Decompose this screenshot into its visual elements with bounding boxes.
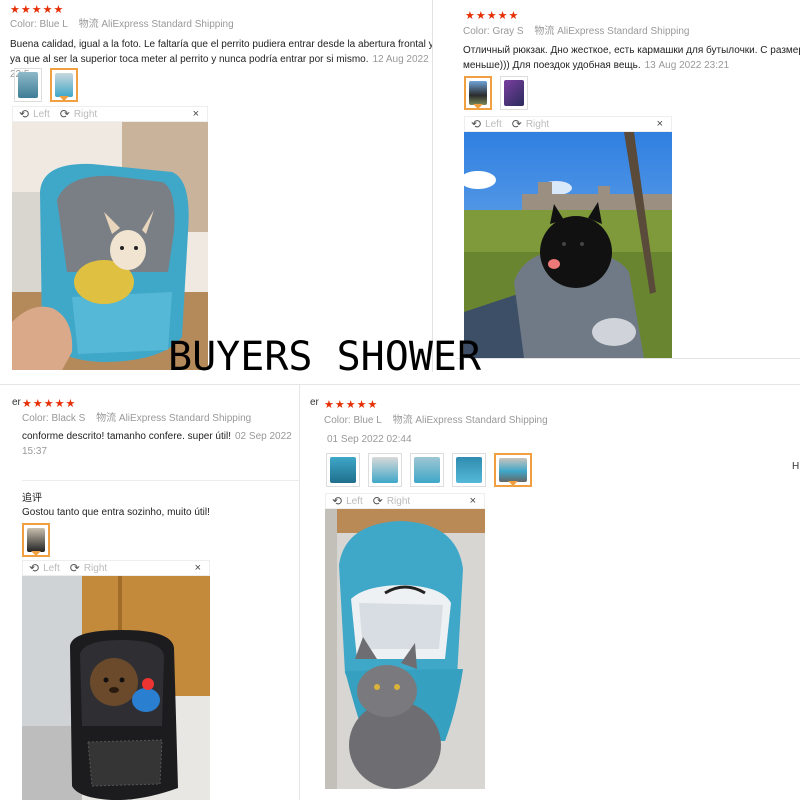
cropped-text-fragment: er xyxy=(310,397,319,408)
rotate-left-icon[interactable]: ⟲ xyxy=(471,117,481,131)
cat-with-blue-carrier-image xyxy=(325,509,485,789)
review-date: 01 Sep 2022 02:44 xyxy=(327,434,412,445)
review-text: Отличный рюкзак. Дно жесткое, есть карма… xyxy=(463,43,800,73)
review-text-line: Отличный рюкзак. Дно жесткое, есть карма… xyxy=(463,45,800,56)
shipping-label: 物流 AliExpress Standard Shipping xyxy=(78,19,234,30)
shipping-label: 物流 AliExpress Standard Shipping xyxy=(96,413,252,424)
review-meta: Color: Blue L 物流 AliExpress Standard Shi… xyxy=(324,415,548,427)
color-label: Color: Gray S xyxy=(463,26,524,37)
buyers-shower-watermark: BUYERS SHOWER xyxy=(168,334,482,380)
review-text-line: Buena calidad, igual a la foto. Le falta… xyxy=(10,39,432,50)
rotate-right-icon[interactable]: ⟳ xyxy=(70,561,80,575)
review-panel-1: ★★★★★ Color: Blue L 物流 AliExpress Standa… xyxy=(0,0,432,372)
followup-divider xyxy=(22,480,299,481)
close-icon[interactable]: × xyxy=(195,562,201,574)
review-date: 13 Aug 2022 23:21 xyxy=(644,60,730,71)
small-dog-in-black-carrier-image xyxy=(22,576,210,800)
photo-thumbnail-selected[interactable] xyxy=(50,68,78,102)
image-viewer-toolbar: ⟲ Left ⟳ Right × xyxy=(12,106,208,122)
star-rating: ★★★★★ xyxy=(22,398,77,410)
rotate-left-icon[interactable]: ⟲ xyxy=(332,494,342,508)
cropped-text-fragment: H xyxy=(792,461,800,472)
rotate-left-icon[interactable]: ⟲ xyxy=(19,107,29,121)
rotate-right-button[interactable]: Right xyxy=(74,109,97,120)
close-icon[interactable]: × xyxy=(470,495,476,507)
followup-title: 追评 xyxy=(22,493,42,504)
review-text-line: conforme descrito! tamanho confere. supe… xyxy=(22,431,231,442)
cropped-text-fragment: er xyxy=(12,397,21,408)
shipping-label: 物流 AliExpress Standard Shipping xyxy=(534,26,690,37)
review-panel-2: ★★★★★ Color: Gray S 物流 AliExpress Standa… xyxy=(456,0,800,372)
review-photo xyxy=(12,122,208,370)
photo-thumbnail-selected[interactable] xyxy=(464,76,492,110)
photo-thumbnail[interactable] xyxy=(410,453,444,487)
star-rating: ★★★★★ xyxy=(465,10,520,22)
chihuahua-in-blue-carrier-image xyxy=(12,122,208,370)
star-rating: ★★★★★ xyxy=(324,399,379,411)
rotate-right-button[interactable]: Right xyxy=(84,563,107,574)
pomeranian-in-gray-carrier-image xyxy=(464,132,672,358)
rotate-left-icon[interactable]: ⟲ xyxy=(29,561,39,575)
rotate-right-icon[interactable]: ⟳ xyxy=(512,117,522,131)
image-viewer-toolbar: ⟲ Left ⟳ Right × xyxy=(22,560,210,576)
close-icon[interactable]: × xyxy=(193,108,199,120)
photo-thumbnail-selected[interactable] xyxy=(22,523,50,557)
rotate-left-button[interactable]: Left xyxy=(485,119,502,130)
followup-text: Gostou tanto que entra sozinho, muito út… xyxy=(22,507,210,518)
rotate-right-button[interactable]: Right xyxy=(387,496,410,507)
review-meta: Color: Gray S 物流 AliExpress Standard Shi… xyxy=(463,26,689,38)
thumbnail-strip xyxy=(326,453,532,487)
rotate-right-icon[interactable]: ⟳ xyxy=(60,107,70,121)
close-icon[interactable]: × xyxy=(657,118,663,130)
color-label: Color: Blue L xyxy=(324,415,382,426)
review-photo xyxy=(464,132,672,358)
color-label: Color: Blue L xyxy=(10,19,68,30)
photo-thumbnail[interactable] xyxy=(500,76,528,110)
photo-thumbnail[interactable] xyxy=(14,68,42,102)
review-text: conforme descrito! tamanho confere. supe… xyxy=(22,429,299,459)
photo-thumbnail[interactable] xyxy=(368,453,402,487)
rotate-right-button[interactable]: Right xyxy=(526,119,549,130)
review-panel-3: ★★★★★ Color: Black S 物流 AliExpress Stand… xyxy=(0,384,300,800)
rotate-right-icon[interactable]: ⟳ xyxy=(373,494,383,508)
thumbnail-strip xyxy=(22,523,50,557)
review-meta: Color: Black S 物流 AliExpress Standard Sh… xyxy=(22,413,251,425)
review-panel-4: ★★★★★ Color: Blue L 物流 AliExpress Standa… xyxy=(300,384,800,800)
rotate-left-button[interactable]: Left xyxy=(346,496,363,507)
photo-thumbnail-selected[interactable] xyxy=(494,453,532,487)
panel-divider xyxy=(456,358,800,359)
review-photo xyxy=(325,509,485,789)
thumbnail-strip xyxy=(464,76,528,110)
rotate-left-button[interactable]: Left xyxy=(43,563,60,574)
color-label: Color: Black S xyxy=(22,413,86,424)
review-text-line: меньше))) Для поездок удобная вещь. xyxy=(463,60,641,71)
thumbnail-strip xyxy=(14,68,78,102)
image-viewer-toolbar: ⟲ Left ⟳ Right × xyxy=(325,493,485,509)
image-viewer-toolbar: ⟲ Left ⟳ Right × xyxy=(464,116,672,132)
review-meta: Color: Blue L 物流 AliExpress Standard Shi… xyxy=(10,19,234,31)
photo-thumbnail[interactable] xyxy=(452,453,486,487)
star-rating: ★★★★★ xyxy=(10,4,65,16)
review-text-line: ya que al ser la superior toca meter al … xyxy=(10,54,369,65)
rotate-left-button[interactable]: Left xyxy=(33,109,50,120)
review-photo xyxy=(22,576,210,800)
photo-thumbnail[interactable] xyxy=(326,453,360,487)
shipping-label: 物流 AliExpress Standard Shipping xyxy=(392,415,548,426)
panel-divider xyxy=(432,0,433,372)
